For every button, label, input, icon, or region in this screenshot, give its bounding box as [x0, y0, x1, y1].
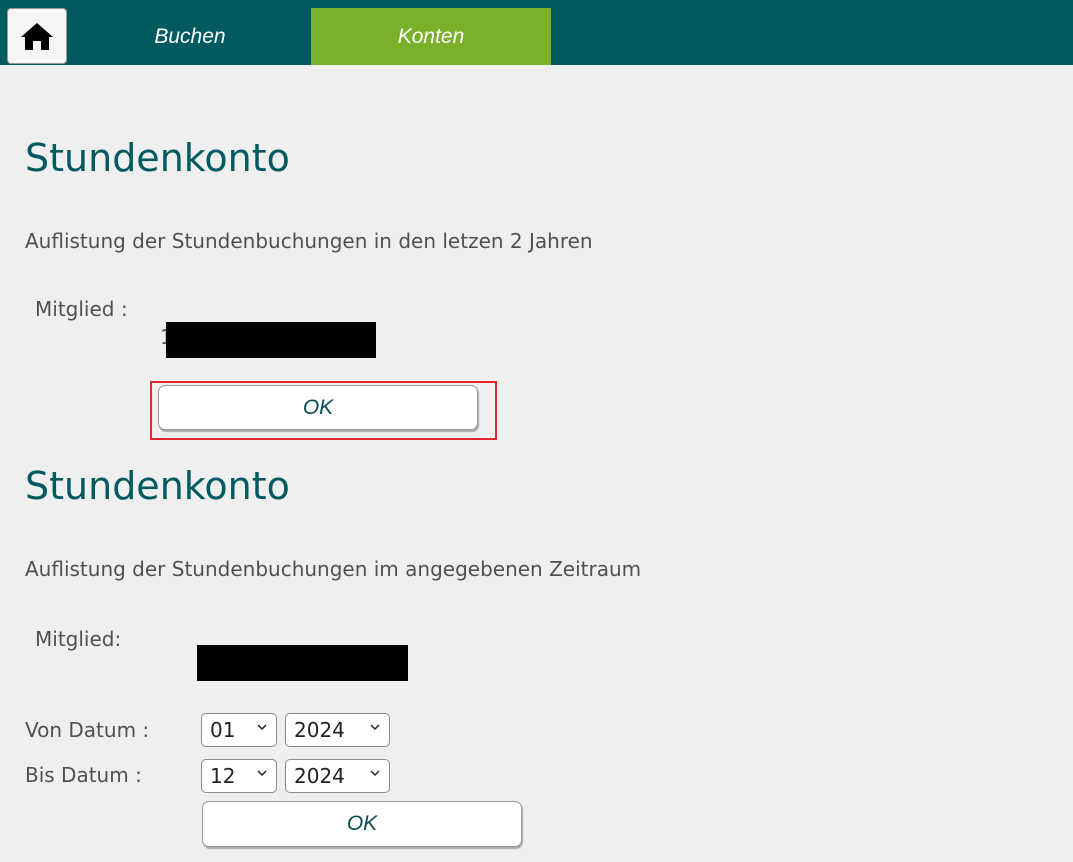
tab-buchen-label: Buchen: [154, 24, 226, 48]
section1-ok-label: OK: [302, 395, 334, 419]
redacted-member-name: [166, 322, 376, 358]
from-year-value: 2024: [294, 718, 345, 742]
section1-title: Stundenkonto: [25, 136, 290, 180]
section2-ok-button[interactable]: OK: [202, 801, 522, 847]
home-button[interactable]: [7, 8, 67, 64]
chevron-down-icon: [370, 770, 380, 777]
redacted-member-name-2: [197, 645, 408, 681]
chevron-down-icon: [257, 724, 267, 731]
to-month-value: 12: [210, 764, 236, 788]
section1-ok-button[interactable]: OK: [158, 385, 478, 430]
to-date-label: Bis Datum :: [25, 763, 142, 787]
section1-member-label: Mitglied :: [35, 297, 128, 321]
to-year-select[interactable]: 2024: [285, 759, 390, 793]
chevron-down-icon: [370, 724, 380, 731]
from-month-select[interactable]: 01: [201, 713, 277, 747]
section1-description: Auflistung der Stundenbuchungen in den l…: [25, 229, 593, 253]
to-year-value: 2024: [294, 764, 345, 788]
chevron-down-icon: [257, 770, 267, 777]
section2-title: Stundenkonto: [25, 464, 290, 508]
to-month-select[interactable]: 12: [201, 759, 277, 793]
top-nav-bar: Buchen Konten: [0, 0, 1073, 65]
from-date-label: Von Datum :: [25, 718, 150, 742]
tab-buchen[interactable]: Buchen: [70, 8, 310, 65]
section2-description: Auflistung der Stundenbuchungen im angeg…: [25, 557, 642, 581]
tab-konten-label: Konten: [397, 24, 465, 48]
from-year-select[interactable]: 2024: [285, 713, 390, 747]
from-month-value: 01: [210, 718, 236, 742]
section2-ok-label: OK: [346, 812, 378, 835]
tab-konten[interactable]: Konten: [311, 8, 551, 65]
home-icon: [21, 23, 53, 50]
section2-member-label: Mitglied:: [35, 627, 122, 651]
